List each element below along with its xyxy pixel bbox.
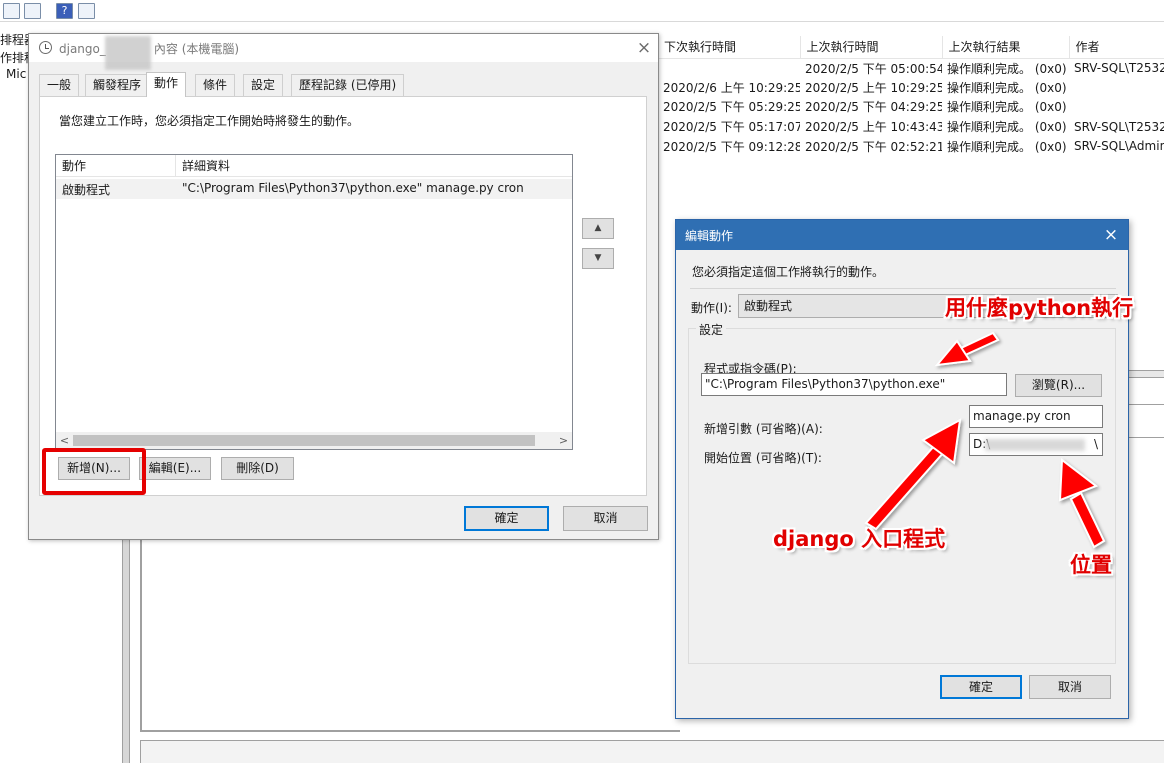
table-cell: 2020/2/6 上午 10:29:25 (663, 80, 800, 95)
cancel-button[interactable]: 取消 (1029, 675, 1111, 699)
task-properties-dialog: django_ 內容 (本機電腦) × 一般 觸發程序 動作 條件 設定 歷程記錄… (28, 33, 659, 540)
properties-view-icon[interactable] (78, 3, 95, 19)
table-cell: 操作順利完成。 (0x0) (947, 120, 1067, 135)
highlight-box (42, 448, 146, 495)
clock-icon (39, 41, 52, 54)
column-header[interactable]: 詳細資料 (176, 155, 572, 177)
table-row[interactable]: 2020/2/5 下午 05:29:25 2020/2/5 下午 04:29:2… (658, 97, 1164, 117)
dialog-description: 您必須指定這個工作將執行的動作。 (692, 265, 885, 279)
scrollbar-thumb[interactable] (73, 435, 535, 446)
pane-divider (1128, 404, 1164, 438)
tab-actions[interactable]: 動作 (146, 72, 187, 97)
arguments-label: 新增引數 (可省略)(A): (704, 422, 823, 436)
tab-general[interactable]: 一般 (39, 74, 80, 96)
annotation-entry: django 入口程式 (773, 527, 946, 551)
tree-item[interactable]: Mic (6, 67, 26, 81)
table-cell: SRV-SQL\T2532 (1074, 119, 1164, 134)
column-header[interactable]: 動作 (56, 155, 176, 177)
action-details: "C:\Program Files\Python37\python.exe" m… (182, 181, 524, 195)
table-cell: 2020/2/5 下午 02:52:21 (805, 139, 942, 154)
table-cell: 操作順利完成。 (0x0) (947, 80, 1067, 95)
toolbar: ? (0, 0, 1164, 22)
redacted-region (985, 439, 1085, 451)
annotation-location: 位置 (1070, 553, 1112, 577)
delete-button[interactable]: 刪除(D) (221, 457, 294, 480)
settings-legend: 設定 (696, 321, 727, 338)
column-header[interactable]: 下次執行時間 (658, 36, 801, 59)
table-cell: 操作順利完成。 (0x0) (947, 139, 1067, 154)
details-pane (140, 540, 680, 732)
move-up-button[interactable]: ▲ (582, 218, 614, 239)
program-input[interactable]: "C:\Program Files\Python37\python.exe" (701, 373, 1007, 396)
table-cell: 2020/2/5 下午 05:17:07 (663, 120, 800, 135)
table-cell: 2020/2/5 上午 10:29:25 (805, 80, 942, 95)
tab-triggers[interactable]: 觸發程序 (85, 74, 150, 96)
pane-splitter[interactable] (122, 540, 130, 763)
tab-panel: 當您建立工作時，您必須指定工作開始時將發生的動作。 動作 詳細資料 啟動程式 "… (39, 96, 647, 496)
tab-conditions[interactable]: 條件 (195, 74, 236, 96)
table-cell: 2020/2/5 下午 05:00:54 (805, 61, 942, 76)
dialog-title-suffix: 內容 (本機電腦) (153, 42, 240, 56)
dialog-title-prefix: django_ (59, 42, 106, 56)
edit-button[interactable]: 編輯(E)... (139, 457, 211, 480)
tab-history[interactable]: 歷程記錄 (已停用) (291, 74, 405, 96)
action-label: 動作(I): (691, 301, 732, 315)
start-in-label: 開始位置 (可省略)(T): (704, 451, 822, 465)
table-cell: 2020/2/5 下午 05:29:25 (663, 100, 800, 115)
browse-button[interactable]: 瀏覽(R)... (1015, 374, 1102, 397)
actions-description: 當您建立工作時，您必須指定工作開始時將發生的動作。 (59, 114, 360, 128)
tree-item[interactable]: 排程器 (0, 31, 28, 48)
tab-settings[interactable]: 設定 (243, 74, 284, 96)
help-icon[interactable]: ? (56, 3, 73, 19)
table-row[interactable]: 2020/2/6 上午 10:29:25 2020/2/5 上午 10:29:2… (658, 78, 1164, 98)
task-list-table: 下次執行時間 上次執行時間 上次執行結果 作者 2020/2/5 下午 05:0… (658, 36, 1164, 156)
pane-divider (1128, 370, 1164, 378)
column-header[interactable]: 上次執行時間 (800, 36, 943, 59)
table-cell: SRV-SQL\Admin (1074, 139, 1164, 154)
table-cell (1069, 78, 1164, 98)
list-item[interactable]: 啟動程式 "C:\Program Files\Python37\python.e… (56, 179, 572, 199)
navigation-tree: 排程器 作排程 Mic (0, 22, 28, 763)
console-view-icon[interactable] (24, 3, 41, 19)
table-cell: 操作順利完成。 (0x0) (947, 100, 1067, 115)
table-cell: SRV-SQL\T2532 (1074, 61, 1164, 76)
table-cell: 2020/2/5 上午 10:43:43 (805, 120, 942, 135)
annotation-python: 用什麼python執行 (945, 296, 1134, 320)
ok-button[interactable]: 確定 (464, 506, 549, 531)
close-icon[interactable]: × (633, 38, 655, 58)
horizontal-scrollbar[interactable]: < > (56, 432, 572, 449)
table-cell (1069, 97, 1164, 117)
table-row[interactable]: 2020/2/5 下午 05:17:07 2020/2/5 上午 10:43:4… (658, 117, 1164, 137)
table-cell (658, 58, 800, 78)
tree-item[interactable]: 作排程 (0, 49, 28, 66)
column-header[interactable]: 作者 (1069, 36, 1164, 59)
table-cell: 操作順利完成。 (0x0) (947, 61, 1067, 76)
ok-button[interactable]: 確定 (940, 675, 1022, 699)
settings-group: 程式或指令碼(P): "C:\Program Files\Python37\py… (688, 328, 1116, 664)
divider (690, 288, 1116, 289)
table-cell: 2020/2/5 下午 09:12:28 (663, 139, 800, 154)
column-header[interactable]: 上次執行結果 (942, 36, 1070, 59)
open-folder-icon[interactable] (3, 3, 20, 19)
start-in-input[interactable]: D:\ \ (969, 433, 1103, 456)
action-type: 啟動程式 (62, 183, 111, 197)
dialog-title-bar[interactable]: 編輯動作 × (676, 220, 1128, 250)
scroll-right-icon[interactable]: > (555, 432, 572, 449)
actions-list[interactable]: 動作 詳細資料 啟動程式 "C:\Program Files\Python37\… (55, 154, 573, 450)
move-down-button[interactable]: ▼ (582, 248, 614, 269)
dialog-title-bar[interactable]: django_ 內容 (本機電腦) × (29, 34, 658, 70)
table-row[interactable]: 2020/2/5 下午 09:12:28 2020/2/5 下午 02:52:2… (658, 136, 1164, 156)
dialog-title: 編輯動作 (685, 229, 734, 243)
redacted-region (105, 36, 151, 70)
table-row[interactable]: 2020/2/5 下午 05:00:54 操作順利完成。 (0x0) SRV-S… (658, 58, 1164, 78)
status-bar (140, 740, 1164, 763)
scroll-left-icon[interactable]: < (56, 432, 73, 449)
cancel-button[interactable]: 取消 (563, 506, 648, 531)
arguments-input[interactable]: manage.py cron (969, 405, 1103, 428)
close-icon[interactable]: × (1100, 225, 1122, 245)
table-cell: 2020/2/5 下午 04:29:25 (805, 100, 942, 115)
start-in-suffix: \ (1093, 437, 1098, 451)
